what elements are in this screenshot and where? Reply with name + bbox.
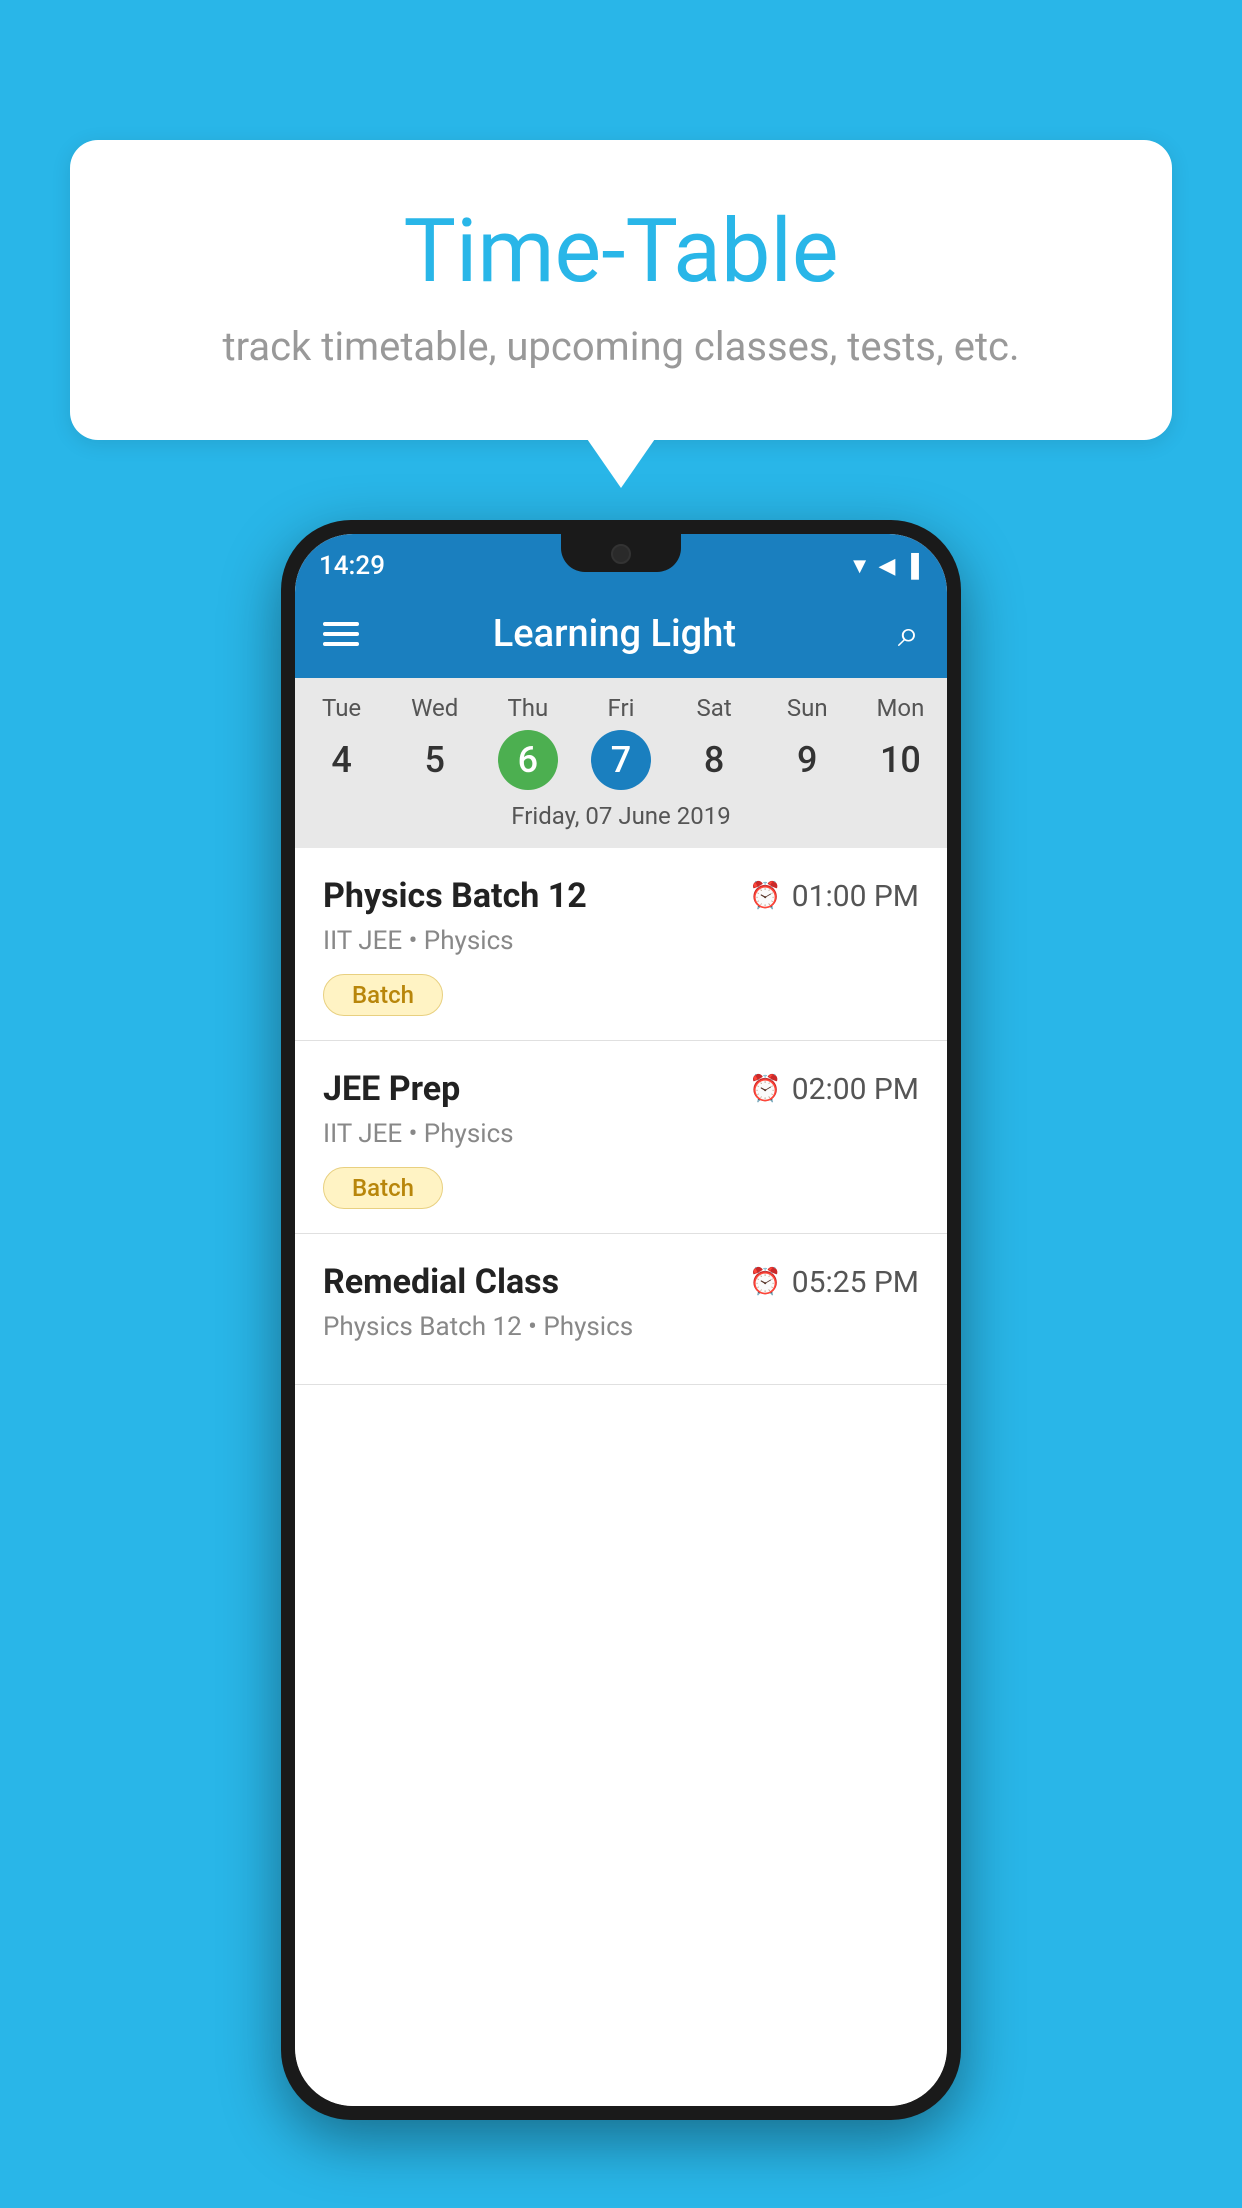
selected-date-label: Friday, 07 June 2019 bbox=[295, 802, 947, 840]
bubble-title: Time-Table bbox=[150, 200, 1092, 303]
class-name-2: JEE Prep bbox=[323, 1069, 460, 1109]
day-label-tue: Tue bbox=[295, 694, 388, 722]
batch-badge-1: Batch bbox=[323, 974, 443, 1016]
battery-icon: ▐ bbox=[903, 553, 919, 579]
app-header: Learning Light ⌕ bbox=[295, 590, 947, 678]
day-label-wed: Wed bbox=[388, 694, 481, 722]
day-label-sun: Sun bbox=[761, 694, 854, 722]
class-time-1: ⏰ 01:00 PM bbox=[749, 879, 919, 914]
class-time-3: ⏰ 05:25 PM bbox=[749, 1265, 919, 1300]
calendar-strip: Tue Wed Thu Fri Sat Sun Mon 4 5 6 7 8 bbox=[295, 678, 947, 848]
day-numbers: 4 5 6 7 8 9 10 bbox=[295, 730, 947, 790]
speech-bubble: Time-Table track timetable, upcoming cla… bbox=[70, 140, 1172, 440]
class-meta-3: Physics Batch 12 • Physics bbox=[323, 1312, 919, 1342]
day-label-thu: Thu bbox=[481, 694, 574, 722]
search-button[interactable]: ⌕ bbox=[898, 612, 919, 656]
status-icons: ▼ ◀ ▐ bbox=[849, 553, 919, 579]
speech-bubble-container: Time-Table track timetable, upcoming cla… bbox=[70, 140, 1172, 440]
signal-icon: ◀ bbox=[878, 554, 895, 579]
classes-list: Physics Batch 12 ⏰ 01:00 PM IIT JEE • Ph… bbox=[295, 848, 947, 2106]
day-7-selected[interactable]: 7 bbox=[591, 730, 651, 790]
app-title: Learning Light bbox=[355, 612, 874, 656]
day-10[interactable]: 10 bbox=[854, 730, 947, 790]
class-meta-2: IIT JEE • Physics bbox=[323, 1119, 919, 1149]
clock-icon-3: ⏰ bbox=[749, 1267, 781, 1297]
day-label-fri: Fri bbox=[574, 694, 667, 722]
front-camera bbox=[611, 544, 631, 564]
clock-icon-2: ⏰ bbox=[749, 1074, 781, 1104]
day-4[interactable]: 4 bbox=[295, 730, 388, 790]
class-item-jee-prep[interactable]: JEE Prep ⏰ 02:00 PM IIT JEE • Physics Ba… bbox=[295, 1041, 947, 1234]
class-item-physics-batch[interactable]: Physics Batch 12 ⏰ 01:00 PM IIT JEE • Ph… bbox=[295, 848, 947, 1041]
day-label-sat: Sat bbox=[668, 694, 761, 722]
class-item-remedial[interactable]: Remedial Class ⏰ 05:25 PM Physics Batch … bbox=[295, 1234, 947, 1385]
phone-notch bbox=[561, 534, 681, 572]
status-time: 14:29 bbox=[319, 551, 385, 581]
day-8[interactable]: 8 bbox=[668, 730, 761, 790]
wifi-icon: ▼ bbox=[849, 553, 871, 579]
class-name-1: Physics Batch 12 bbox=[323, 876, 587, 916]
day-9[interactable]: 9 bbox=[761, 730, 854, 790]
bubble-subtitle: track timetable, upcoming classes, tests… bbox=[150, 323, 1092, 370]
day-5[interactable]: 5 bbox=[388, 730, 481, 790]
class-name-3: Remedial Class bbox=[323, 1262, 559, 1302]
clock-icon-1: ⏰ bbox=[749, 881, 781, 911]
day-headers: Tue Wed Thu Fri Sat Sun Mon bbox=[295, 694, 947, 722]
class-meta-1: IIT JEE • Physics bbox=[323, 926, 919, 956]
batch-badge-2: Batch bbox=[323, 1167, 443, 1209]
day-label-mon: Mon bbox=[854, 694, 947, 722]
menu-button[interactable] bbox=[323, 622, 359, 646]
class-time-2: ⏰ 02:00 PM bbox=[749, 1072, 919, 1107]
phone-mockup: 14:29 ▼ ◀ ▐ Learning Light ⌕ bbox=[281, 520, 961, 2120]
day-6-today[interactable]: 6 bbox=[498, 730, 558, 790]
